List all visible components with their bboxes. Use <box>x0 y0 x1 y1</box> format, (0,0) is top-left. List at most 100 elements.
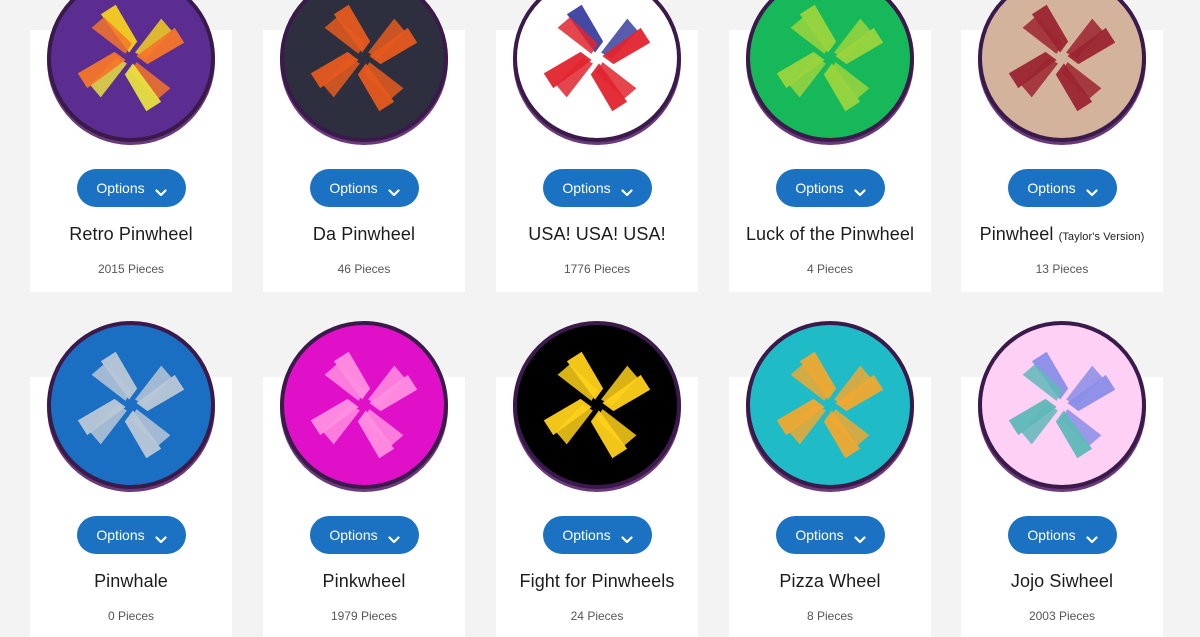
pieces-number: 24 <box>570 609 584 623</box>
badge-name: USA! USA! USA! <box>528 224 666 244</box>
options-button[interactable]: Options <box>1008 516 1117 554</box>
pinwheel-icon <box>543 351 651 459</box>
badge-image <box>47 321 215 489</box>
pinwheel-icon <box>77 4 185 112</box>
pieces-label: Pieces <box>817 609 854 623</box>
pieces-label: Pieces <box>594 262 631 276</box>
pieces-label: Pieces <box>118 609 155 623</box>
badge-image <box>47 0 215 142</box>
options-button[interactable]: Options <box>310 516 419 554</box>
pinwheel-icon <box>776 4 884 112</box>
pinwheel-icon <box>1008 351 1116 459</box>
options-button[interactable]: Options <box>776 169 885 207</box>
pieces-label: Pieces <box>1059 609 1096 623</box>
badge-title: Pinwhale <box>30 571 232 592</box>
pieces-count: 1776 Pieces <box>496 262 698 276</box>
pieces-number: 2003 <box>1028 609 1056 623</box>
options-label: Options <box>562 180 611 196</box>
chevron-down-icon <box>155 531 167 544</box>
options-label: Options <box>96 527 145 543</box>
badge-image <box>513 321 681 489</box>
badge-title: Jojo Siwheel <box>961 571 1163 592</box>
pieces-count: 8 Pieces <box>729 609 931 623</box>
badge-title: Luck of the Pinwheel <box>729 224 931 245</box>
pieces-label: Pieces <box>587 609 624 623</box>
badge-image <box>746 0 914 142</box>
pieces-number: 0 <box>107 609 115 623</box>
pieces-count: 24 Pieces <box>496 609 698 623</box>
pieces-count: 46 Pieces <box>263 262 465 276</box>
options-label: Options <box>795 527 844 543</box>
badge-image <box>746 321 914 489</box>
badge-name: Luck of the Pinwheel <box>745 224 915 244</box>
options-label: Options <box>96 180 145 196</box>
pieces-label: Pieces <box>128 262 165 276</box>
badge-image <box>280 321 448 489</box>
pieces-label: Pieces <box>817 262 854 276</box>
options-button[interactable]: Options <box>1008 169 1117 207</box>
options-label: Options <box>329 527 378 543</box>
chevron-down-icon <box>621 531 633 544</box>
pieces-number: 13 <box>1035 262 1049 276</box>
badge-title: USA! USA! USA! <box>496 224 698 245</box>
badge-title: Retro Pinwheel <box>30 224 232 245</box>
pieces-count: 13 Pieces <box>961 262 1163 276</box>
badge-image <box>280 0 448 142</box>
chevron-down-icon <box>388 184 400 197</box>
pieces-label: Pieces <box>1052 262 1089 276</box>
badge-name: Da Pinwheel <box>312 224 416 244</box>
pieces-number: 4 <box>806 262 814 276</box>
pieces-number: 1776 <box>563 262 591 276</box>
pinwheel-icon <box>1008 4 1116 112</box>
badge-name: Pinkwheel <box>322 571 406 591</box>
pieces-number: 1979 <box>330 609 358 623</box>
badge-name: Fight for Pinwheels <box>519 571 675 591</box>
pinwheel-icon <box>543 4 651 112</box>
chevron-down-icon <box>854 184 866 197</box>
badge-title: Fight for Pinwheels <box>496 571 698 592</box>
badge-title: Pinwheel (Taylor's Version) <box>961 224 1163 245</box>
chevron-down-icon <box>621 184 633 197</box>
badge-name: Pinwheel <box>979 224 1054 244</box>
pinwheel-icon <box>310 4 418 112</box>
options-button[interactable]: Options <box>543 169 652 207</box>
badge-image <box>978 0 1146 142</box>
badge-name: Pinwhale <box>94 571 168 591</box>
badge-name: Retro Pinwheel <box>69 224 193 244</box>
options-label: Options <box>562 527 611 543</box>
chevron-down-icon <box>155 184 167 197</box>
pieces-count: 2003 Pieces <box>961 609 1163 623</box>
pieces-number: 2015 <box>97 262 125 276</box>
options-label: Options <box>1027 527 1076 543</box>
options-label: Options <box>1027 180 1076 196</box>
badge-title: Pizza Wheel <box>729 571 931 592</box>
options-button[interactable]: Options <box>776 516 885 554</box>
pieces-count: 0 Pieces <box>30 609 232 623</box>
pieces-count: 2015 Pieces <box>30 262 232 276</box>
pinwheel-icon <box>77 351 185 459</box>
options-button[interactable]: Options <box>543 516 652 554</box>
badge-image <box>513 0 681 142</box>
badge-title: Da Pinwheel <box>263 224 465 245</box>
badge-image <box>978 321 1146 489</box>
pinwheel-icon <box>776 351 884 459</box>
options-label: Options <box>329 180 378 196</box>
pieces-label: Pieces <box>361 609 398 623</box>
chevron-down-icon <box>1086 184 1098 197</box>
chevron-down-icon <box>854 531 866 544</box>
pieces-number: 8 <box>806 609 814 623</box>
chevron-down-icon <box>1086 531 1098 544</box>
options-button[interactable]: Options <box>310 169 419 207</box>
pinwheel-icon <box>310 351 418 459</box>
options-button[interactable]: Options <box>77 516 186 554</box>
badge-title: Pinkwheel <box>263 571 465 592</box>
pieces-number: 46 <box>337 262 351 276</box>
options-button[interactable]: Options <box>77 169 186 207</box>
pieces-count: 1979 Pieces <box>263 609 465 623</box>
badge-name-suffix: (Taylor's Version) <box>1058 231 1145 243</box>
badge-name: Pizza Wheel <box>779 571 881 591</box>
pieces-count: 4 Pieces <box>729 262 931 276</box>
badge-name: Jojo Siwheel <box>1010 571 1114 591</box>
options-label: Options <box>795 180 844 196</box>
pieces-label: Pieces <box>354 262 391 276</box>
